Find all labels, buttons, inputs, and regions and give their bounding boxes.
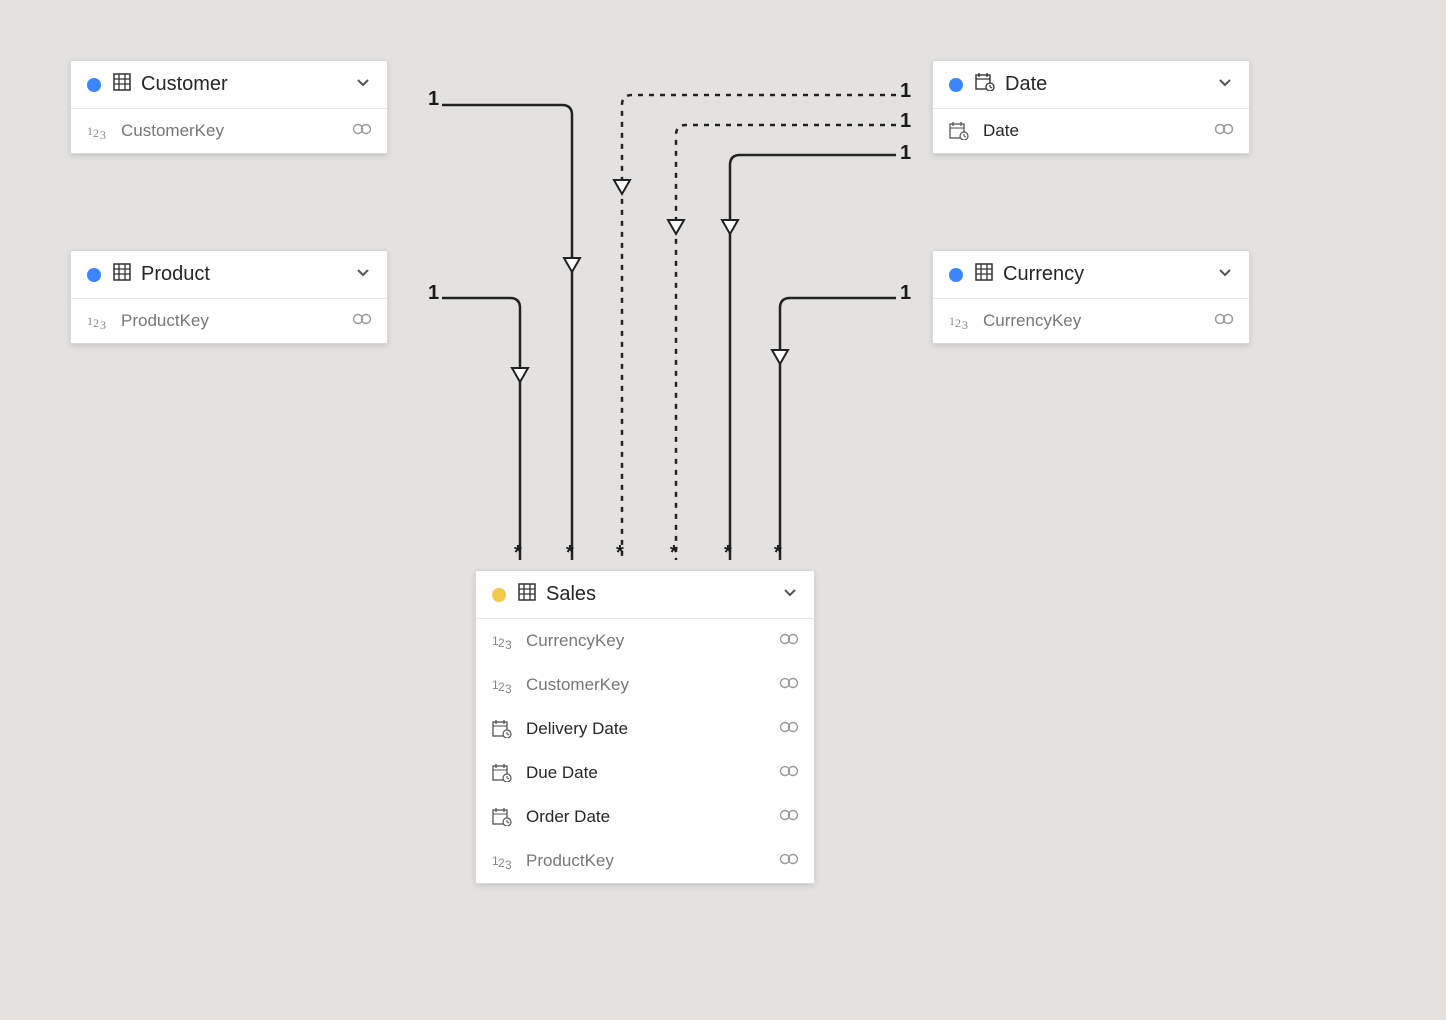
table-row[interactable]: 123 CurrencyKey — [476, 619, 814, 663]
table-row[interactable]: Delivery Date — [476, 707, 814, 751]
svg-text:3: 3 — [962, 318, 968, 329]
status-dot-icon — [949, 78, 963, 92]
number-type-icon: 123 — [492, 677, 516, 693]
svg-text:2: 2 — [93, 126, 99, 139]
column-name: Due Date — [526, 763, 778, 783]
chevron-down-icon[interactable] — [353, 72, 373, 97]
hidden-icon[interactable] — [778, 808, 800, 827]
number-type-icon: 123 — [492, 853, 516, 869]
number-type-icon: 123 — [87, 123, 111, 139]
svg-text:2: 2 — [93, 316, 99, 329]
table-icon — [113, 263, 131, 286]
column-name: Order Date — [526, 807, 778, 827]
table-row[interactable]: Order Date — [476, 795, 814, 839]
svg-text:3: 3 — [505, 682, 512, 693]
cardinality-product: 1 — [428, 282, 439, 305]
relationship-product-sales[interactable] — [442, 298, 528, 560]
column-name: CustomerKey — [526, 675, 778, 695]
relationship-currency-sales[interactable] — [772, 298, 896, 560]
number-type-icon: 123 — [87, 313, 111, 329]
status-dot-icon — [492, 588, 506, 602]
table-row[interactable]: 123 ProductKey — [71, 299, 387, 343]
table-customer[interactable]: Customer 123 CustomerKey — [70, 60, 388, 154]
column-name: CustomerKey — [121, 121, 351, 141]
date-table-icon — [975, 73, 995, 96]
chevron-down-icon[interactable] — [1215, 262, 1235, 287]
hidden-icon[interactable] — [778, 852, 800, 871]
cardinality-currency: 1 — [900, 282, 911, 305]
table-date[interactable]: Date Date — [932, 60, 1250, 154]
table-date-header[interactable]: Date — [933, 61, 1249, 109]
cardinality-date-1: 1 — [900, 80, 911, 103]
cardinality-sales-4: * — [670, 542, 678, 565]
relationship-date-sales-inactive-2[interactable] — [668, 125, 896, 560]
chevron-down-icon[interactable] — [1215, 72, 1235, 97]
column-name: Date — [983, 121, 1213, 141]
hidden-icon[interactable] — [778, 632, 800, 651]
table-customer-title: Customer — [141, 73, 353, 96]
svg-text:3: 3 — [100, 128, 106, 139]
table-row[interactable]: 123 CustomerKey — [476, 663, 814, 707]
svg-text:2: 2 — [498, 856, 505, 869]
table-date-title: Date — [1005, 73, 1215, 96]
number-type-icon: 123 — [492, 633, 516, 649]
column-name: ProductKey — [526, 851, 778, 871]
model-diagram-canvas[interactable]: 1 1 1 1 1 1 * * * * * * Customer 123 Cus… — [0, 0, 1446, 1020]
status-dot-icon — [87, 268, 101, 282]
table-product-header[interactable]: Product — [71, 251, 387, 299]
svg-text:3: 3 — [505, 638, 512, 649]
date-type-icon — [949, 122, 973, 140]
table-sales-header[interactable]: Sales — [476, 571, 814, 619]
table-row[interactable]: 123 CustomerKey — [71, 109, 387, 153]
table-product[interactable]: Product 123 ProductKey — [70, 250, 388, 344]
table-row[interactable]: Due Date — [476, 751, 814, 795]
hidden-icon[interactable] — [778, 720, 800, 739]
hidden-icon[interactable] — [1213, 122, 1235, 141]
relationship-customer-sales[interactable] — [442, 105, 580, 560]
column-name: CurrencyKey — [983, 311, 1213, 331]
hidden-icon[interactable] — [778, 764, 800, 783]
hidden-icon[interactable] — [778, 676, 800, 695]
cardinality-date-2: 1 — [900, 110, 911, 133]
hidden-icon[interactable] — [351, 122, 373, 141]
svg-text:2: 2 — [955, 316, 961, 329]
svg-text:2: 2 — [498, 680, 505, 693]
table-product-title: Product — [141, 263, 353, 286]
svg-text:3: 3 — [100, 318, 106, 329]
date-type-icon — [492, 720, 516, 738]
svg-text:3: 3 — [505, 858, 512, 869]
status-dot-icon — [949, 268, 963, 282]
date-type-icon — [492, 808, 516, 826]
table-icon — [518, 583, 536, 606]
hidden-icon[interactable] — [1213, 312, 1235, 331]
table-currency-header[interactable]: Currency — [933, 251, 1249, 299]
column-name: ProductKey — [121, 311, 351, 331]
table-row[interactable]: 123 CurrencyKey — [933, 299, 1249, 343]
table-currency-title: Currency — [1003, 263, 1215, 286]
chevron-down-icon[interactable] — [353, 262, 373, 287]
column-name: CurrencyKey — [526, 631, 778, 651]
table-customer-header[interactable]: Customer — [71, 61, 387, 109]
column-name: Delivery Date — [526, 719, 778, 739]
table-currency[interactable]: Currency 123 CurrencyKey — [932, 250, 1250, 344]
relationship-date-sales-inactive-1[interactable] — [614, 95, 896, 560]
date-type-icon — [492, 764, 516, 782]
table-row[interactable]: 123 ProductKey — [476, 839, 814, 883]
status-dot-icon — [87, 78, 101, 92]
table-row[interactable]: Date — [933, 109, 1249, 153]
chevron-down-icon[interactable] — [780, 582, 800, 607]
hidden-icon[interactable] — [351, 312, 373, 331]
svg-text:2: 2 — [498, 636, 505, 649]
cardinality-date-3: 1 — [900, 142, 911, 165]
cardinality-customer: 1 — [428, 88, 439, 111]
table-icon — [113, 73, 131, 96]
number-type-icon: 123 — [949, 313, 973, 329]
table-icon — [975, 263, 993, 286]
table-sales[interactable]: Sales 123 CurrencyKey 123 CustomerKey — [475, 570, 815, 884]
table-sales-title: Sales — [546, 583, 780, 606]
relationship-date-sales-active[interactable] — [722, 155, 896, 560]
